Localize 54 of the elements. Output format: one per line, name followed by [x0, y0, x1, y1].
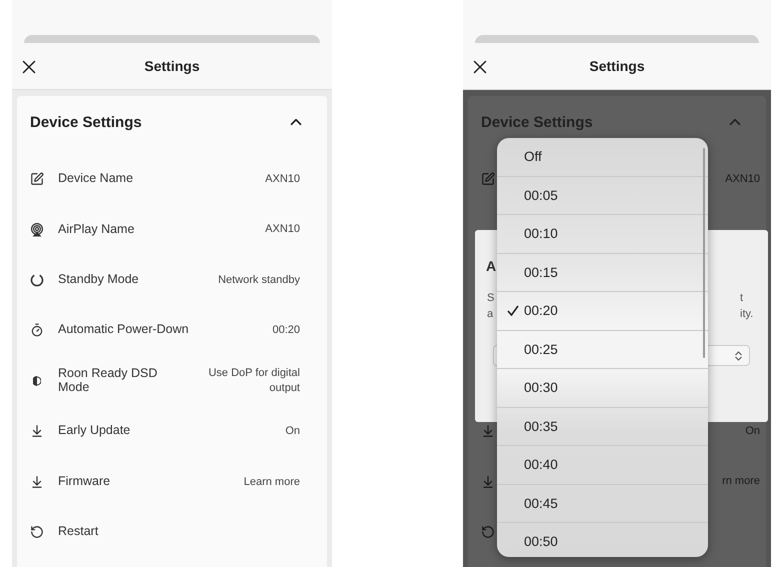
- header-title: Settings: [589, 58, 645, 74]
- airplay-icon: [30, 222, 44, 237]
- download-icon: [481, 474, 495, 489]
- dialog-text: S: [487, 292, 494, 304]
- settings-row[interactable]: Restart: [17, 506, 327, 558]
- section-title: Device Settings: [30, 114, 142, 130]
- settings-row[interactable]: Device Name AXN10: [17, 154, 327, 204]
- setting-value: On: [285, 424, 300, 439]
- menu-option[interactable]: 00:45: [497, 484, 708, 523]
- menu-option[interactable]: 00:30: [497, 369, 708, 408]
- settings-row[interactable]: AirPlay Name AXN10: [17, 204, 327, 255]
- dialog-text: t: [740, 292, 744, 304]
- menu-option[interactable]: 00:50: [497, 523, 708, 557]
- setting-value: Network standby: [218, 272, 300, 288]
- dialog-text: a: [487, 308, 494, 320]
- setting-label: Device Name: [58, 172, 134, 186]
- half-circle-icon: [33, 376, 41, 386]
- download-icon: [30, 424, 44, 438]
- download-icon: [481, 424, 495, 438]
- setting-value: 00:20: [272, 322, 300, 338]
- up-down-icon: [734, 350, 743, 360]
- setting-label: Standby Mode: [58, 273, 140, 287]
- download-icon: [30, 474, 44, 489]
- dialog-text: ity.: [740, 308, 754, 320]
- setting-label: Restart: [58, 525, 100, 539]
- settings-row[interactable]: Roon Ready DSD Mode Use DoP for digital output: [17, 356, 327, 406]
- power-icon: [30, 272, 44, 287]
- settings-row[interactable]: Standby Mode Network standby: [17, 254, 327, 306]
- settings-row[interactable]: Firmware Learn more: [17, 456, 327, 507]
- edit-icon: [481, 172, 495, 186]
- menu-option[interactable]: 00:40: [497, 446, 708, 484]
- restart-icon: [30, 524, 44, 539]
- dialog-title: A: [486, 258, 496, 274]
- setting-value: On: [745, 424, 760, 439]
- setting-label: Roon Ready DSD Mode: [58, 367, 158, 394]
- restart-icon: [481, 524, 495, 539]
- setting-label: Automatic Power-Down: [58, 323, 190, 338]
- menu-option[interactable]: 00:35: [497, 408, 708, 446]
- stopwatch-icon: [30, 323, 44, 338]
- edit-icon: [30, 172, 44, 186]
- settings-row[interactable]: Automatic Power-Down 00:20: [17, 305, 327, 356]
- setting-value: AXN10: [725, 172, 760, 187]
- section-title: Device Settings: [481, 114, 593, 130]
- setting-label: Early Update: [58, 424, 132, 438]
- header-title: Settings: [144, 58, 200, 74]
- learn-more-link[interactable]: Learn more: [244, 476, 300, 488]
- settings-row[interactable]: Early Update On: [17, 406, 327, 456]
- checkmark-icon: [507, 305, 519, 316]
- setting-value: AXN10: [265, 172, 300, 187]
- setting-value: AXN10: [265, 222, 300, 237]
- setting-value: rn more: [722, 474, 760, 489]
- setting-label: Firmware: [58, 474, 112, 488]
- setting-label: AirPlay Name: [58, 222, 136, 236]
- setting-value: Use DoP for digital output: [207, 366, 300, 396]
